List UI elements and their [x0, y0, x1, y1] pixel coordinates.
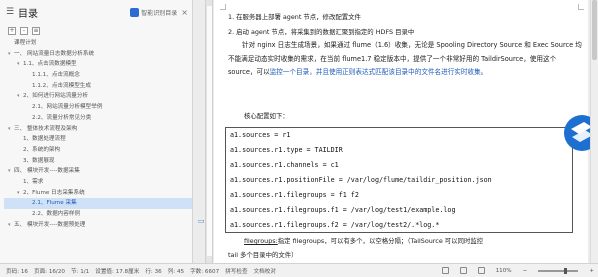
navigation-pane: ☰ 目录 智能识别目录 × + - ≡ 课程计划 ▾ 一、 网站流量日志数据分析系统… — [0, 0, 193, 263]
status-page[interactable]: 页码: 16 — [6, 267, 28, 275]
status-section: 节: 1/1 — [70, 268, 90, 275]
toc-item-label: 四、 模块开发----数据采集 — [14, 168, 80, 175]
toc-item-label: 2.1、Flume 采集 — [32, 200, 77, 207]
web-view-icon[interactable] — [477, 267, 485, 274]
smart-toc-button[interactable]: 智能识别目录 × — [130, 7, 188, 17]
status-col: 列: 45 — [167, 268, 185, 275]
toc-item-label: 2、Flume 日志采集系统 — [23, 189, 85, 196]
toc-item[interactable]: 课程计划 — [4, 38, 192, 49]
toc-item[interactable]: ▾ 五、 模块开发----数据预处理 — [4, 220, 192, 231]
document-page[interactable]: 1. 在服务器上部署 agent 节点，修改配置文件 2. 启动 agent 节… — [214, 0, 598, 263]
smart-toc-icon — [130, 7, 140, 17]
toc-item-label: 课程计划 — [14, 40, 37, 46]
paragraph-highlight: 监控一个目录，并且使用正则表达式匹配该目录中的文件名进行实时收集。 — [269, 68, 488, 76]
step-2-text: 2. 启动 agent 节点，将采集到的数据汇聚到指定的 HDFS 目录中 — [228, 28, 415, 36]
zoom-slider-knob[interactable] — [564, 267, 568, 274]
toc-item[interactable]: ▾ 三、 整体技术流程及架构 — [4, 124, 192, 135]
scrollbar-thumb[interactable] — [592, 0, 597, 60]
toc-item-label: 三、 整体技术流程及架构 — [14, 125, 78, 132]
toc-item[interactable]: ▾ 一、 网站流量日志数据分析系统 — [4, 49, 192, 60]
status-bar: 页码: 16 页面: 16/20 节: 1/1 设置值: 17.8厘米 行: 3… — [0, 263, 598, 277]
filegroups-term: filegroups: — [244, 237, 278, 245]
status-row: 行: 36 — [145, 268, 162, 275]
toc-item-label: 1、需求 — [23, 178, 44, 185]
vertical-ruler — [205, 0, 213, 263]
toc-item[interactable]: 2.1、Flume 采集 — [4, 198, 192, 209]
status-pages: 页面: 16/20 — [33, 268, 65, 275]
nav-toolbar: + - ≡ — [0, 24, 192, 38]
toc-item[interactable]: 3、数据展现 — [4, 156, 192, 167]
toc-item-label: 1.1.1、点击流概念 — [32, 72, 80, 79]
config-label: 核心配置如下： — [244, 112, 289, 120]
toc-item-label: 3、数据展现 — [23, 157, 55, 164]
page-view-icon[interactable] — [459, 267, 467, 274]
toc-item[interactable]: ▾ 2、Flume 日志采集系统 — [4, 188, 192, 199]
collapse-icon[interactable]: - — [20, 27, 28, 35]
toc-item-label: 2、系统的架构 — [23, 146, 61, 153]
zoom-in-button[interactable]: + — [589, 268, 594, 274]
toc-item[interactable]: 2.2、流量分析常见分类 — [4, 113, 192, 124]
code-line: a1.sources.r1.type = TAILDIR — [230, 146, 343, 154]
toc-item[interactable]: ▾ 四、 模块开发----数据采集 — [4, 166, 192, 177]
toc-item-label: 2.2、数据内容样例 — [32, 211, 81, 217]
expand-icon[interactable]: + — [8, 27, 16, 35]
comment-marker-icon[interactable]: ▭ — [198, 217, 206, 225]
toc-item[interactable]: 1.1.2、点击流模型生成 — [4, 81, 192, 92]
tail-line: tail 多个目录中的文件） — [228, 251, 298, 259]
filegroups-text: 指定 filegroups，可以有多个，以空格分隔；（TailSource 可以… — [277, 237, 484, 245]
list-icon[interactable]: ≡ — [32, 27, 40, 35]
close-icon[interactable]: × — [181, 8, 188, 17]
code-line: a1.sources.r1.positionFile = /var/log/fl… — [230, 176, 492, 184]
toc-item-label: 1、数据处理流程 — [23, 136, 66, 143]
toc-item[interactable]: 1.1.1、点击流概念 — [4, 70, 192, 81]
zoom-level[interactable]: 110% — [496, 268, 512, 274]
nav-header: ☰ 目录 智能识别目录 × — [0, 0, 192, 24]
toc-item-label: 2.1、网站流量分析模型举例 — [32, 104, 103, 111]
nav-title: 目录 — [18, 8, 38, 20]
status-settings: 设置值: 17.8厘米 — [95, 268, 140, 275]
zoom-out-button[interactable]: − — [523, 268, 528, 274]
code-line: a1.sources.r1.filegroups.f2 = /var/log/t… — [230, 221, 440, 229]
taildir-paragraph: 针对 nginx 日志生成场景，如果通过 flume（1.6）收集，无论是 Sp… — [228, 39, 584, 80]
toc-item[interactable]: ▾ 2、如何进行网站流量分析 — [4, 91, 192, 102]
step-1-text: 1. 在服务器上部署 agent 节点，修改配置文件 — [228, 13, 361, 21]
toc-item-label: 1.1.2、点击流模型生成 — [32, 82, 91, 89]
toc-item[interactable]: 1、数据处理流程 — [4, 134, 192, 145]
zoom-slider[interactable] — [538, 267, 579, 274]
toc-item-label: 一、 网站流量日志数据分析系统 — [14, 50, 95, 57]
vertical-scrollbar[interactable] — [590, 0, 598, 263]
status-doc-check[interactable]: 文档校对 — [254, 267, 276, 275]
status-words[interactable]: 字数: 6607 — [190, 267, 219, 275]
menu-icon[interactable]: ☰ — [6, 7, 16, 17]
crop-mark — [578, 4, 584, 10]
status-right-controls: 110% − + — [436, 267, 598, 274]
toc-item-label: 2.2、流量分析常见分类 — [32, 114, 92, 121]
toc-item[interactable]: 2.1、网站流量分析模型举例 — [4, 102, 192, 113]
code-line: a1.sources.r1.filegroups.f1 = /var/log/t… — [230, 206, 456, 214]
toc-item[interactable]: ▾ 1.1、点击流数据模型 — [4, 59, 192, 70]
table-of-contents: 课程计划 ▾ 一、 网站流量日志数据分析系统 ▾ 1.1、点击流数据模型 1.1.1、点击… — [0, 38, 192, 230]
status-spell[interactable]: 拼写检查 — [225, 267, 247, 275]
crop-mark — [220, 4, 226, 10]
toc-item-label: 五、 模块开发----数据预处理 — [14, 221, 86, 228]
code-line: a1.sources.r1.channels = c1 — [230, 161, 339, 169]
smart-toc-label: 智能识别目录 — [141, 9, 178, 17]
code-line: a1.sources = r1 — [230, 131, 291, 139]
toc-item-label: 1.1、点击流数据模型 — [23, 61, 77, 68]
toc-item-label: 2、如何进行网站流量分析 — [23, 93, 89, 100]
read-mode-icon[interactable] — [441, 267, 449, 274]
toc-item[interactable]: 2.2、数据内容样例 — [4, 209, 192, 220]
filegroups-line: filegroups:指定 filegroups，可以有多个，以空格分隔；（Ta… — [244, 236, 483, 245]
toc-item[interactable]: 2、系统的架构 — [4, 145, 192, 156]
code-line: a1.sources.r1.filegroups = f1 f2 — [230, 191, 359, 199]
toc-item[interactable]: 1、需求 — [4, 177, 192, 188]
code-block[interactable]: a1.sources = r1 a1.sources.r1.type = TAI… — [225, 127, 573, 233]
